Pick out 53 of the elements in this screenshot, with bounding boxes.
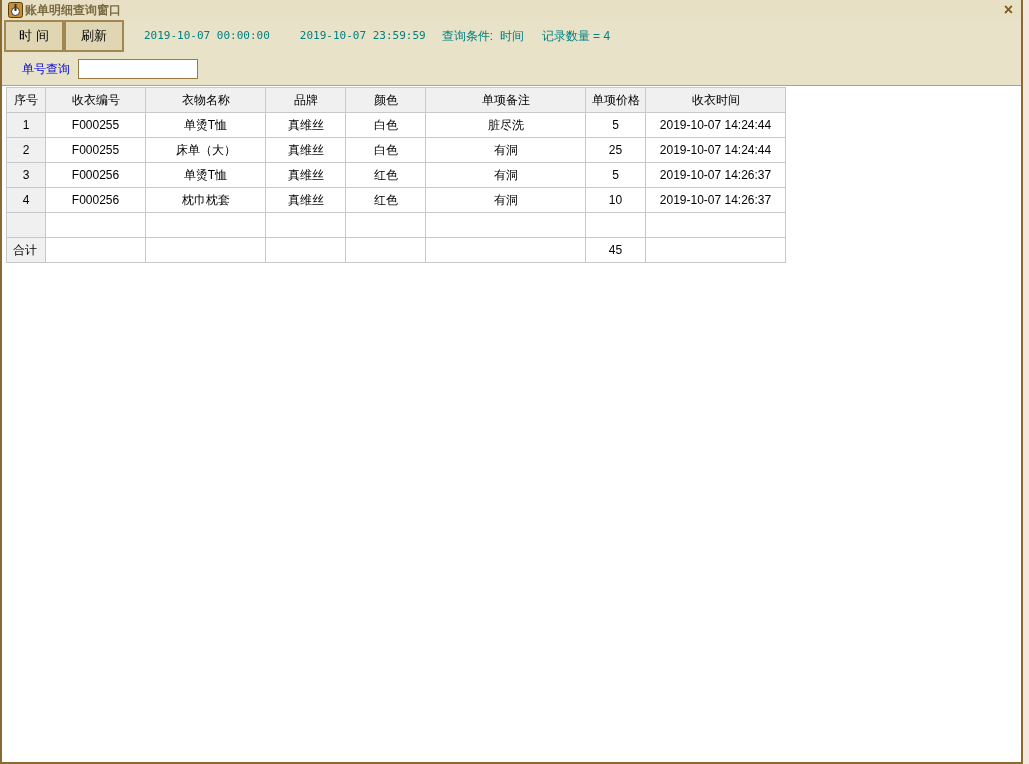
table-cell: 真维丝: [265, 137, 346, 163]
end-time-text: 2019-10-07 23:59:59: [299, 27, 426, 44]
row-number: 2: [6, 137, 46, 163]
table-cell: F000256: [45, 187, 146, 213]
app-icon: [8, 1, 23, 18]
table-cell: 2019-10-07 14:24:44: [645, 112, 786, 138]
start-time-text: 2019-10-07 00:00:00: [144, 27, 270, 44]
table-cell: 2019-10-07 14:26:37: [645, 187, 786, 213]
table-cell: 真维丝: [265, 187, 346, 213]
table-cell: 45: [585, 237, 646, 263]
toolbar-button[interactable]: 刷新: [64, 20, 124, 52]
column-header[interactable]: 颜色: [345, 87, 426, 113]
row-number: 4: [6, 187, 46, 213]
table-cell: 真维丝: [265, 162, 346, 188]
row-number: 1: [6, 112, 46, 138]
table-cell: 2019-10-07 14:26:37: [645, 162, 786, 188]
table-cell: 5: [585, 162, 646, 188]
total-label: 合计: [6, 237, 46, 263]
table-cell: 红色: [345, 162, 426, 188]
toolbar-button[interactable]: 时 间: [4, 20, 64, 52]
table-cell: F000256: [45, 162, 146, 188]
column-header[interactable]: 序号: [6, 87, 46, 113]
table-cell: F000255: [45, 112, 146, 138]
row-number: 3: [6, 162, 46, 188]
table-cell: 枕巾枕套: [145, 187, 266, 213]
order-search-label: 单号查询: [22, 61, 70, 78]
table-cell: 25: [585, 137, 646, 163]
table-cell: 有洞: [425, 187, 586, 213]
table-cell: 真维丝: [265, 112, 346, 138]
table-cell: 红色: [345, 187, 426, 213]
order-search-field[interactable]: [78, 59, 198, 79]
table-cell: 床单（大）: [145, 137, 266, 163]
close-button[interactable]: ×: [1003, 1, 1013, 18]
table-cell: 2019-10-07 14:24:44: [645, 137, 786, 163]
table-cell: 单烫T恤: [145, 162, 266, 188]
column-header[interactable]: 单项价格: [585, 87, 646, 113]
window-title: 账单明细查询窗口: [25, 1, 121, 19]
table-cell: 5: [585, 112, 646, 138]
table-cell: 白色: [345, 137, 426, 163]
column-header[interactable]: 单项备注: [425, 87, 586, 113]
column-header[interactable]: 衣物名称: [145, 87, 266, 113]
record-count-text: 记录数量 = 4: [541, 28, 611, 45]
table-cell: 白色: [345, 112, 426, 138]
table-cell: 单烫T恤: [145, 112, 266, 138]
table-cell: 有洞: [425, 137, 586, 163]
column-header[interactable]: 收衣编号: [45, 87, 146, 113]
column-header[interactable]: 收衣时间: [645, 87, 786, 113]
table-cell: 10: [585, 187, 646, 213]
column-header[interactable]: 品牌: [265, 87, 346, 113]
table-cell: 脏尽洗: [425, 112, 586, 138]
table-cell: F000255: [45, 137, 146, 163]
query-condition-text: 查询条件: 时间: [441, 28, 524, 45]
table-cell: 有洞: [425, 162, 586, 188]
